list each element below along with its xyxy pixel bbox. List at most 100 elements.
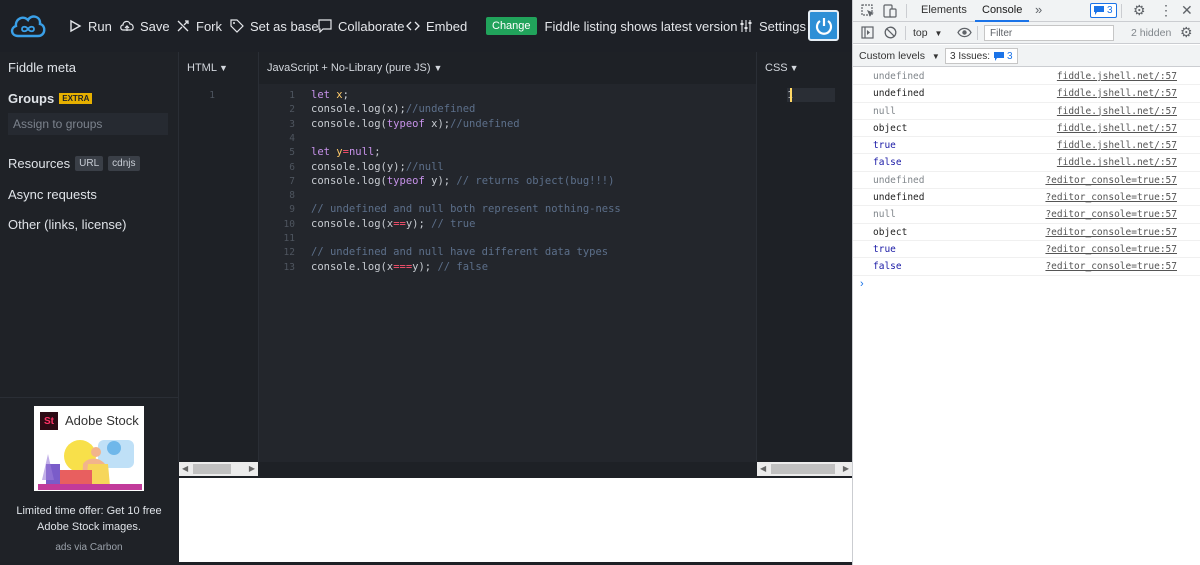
clear-console-icon[interactable] [884, 26, 897, 39]
js-editor[interactable]: 1 2 3 4 5 6 7 8 9 10 11 12 13 let x; console.log(x);/… [259, 84, 756, 462]
sidebar-item-label: Other (links, license) [8, 217, 127, 232]
fork-icon [177, 20, 189, 32]
sidebar-item-label: Groups [8, 91, 55, 106]
line-number: 12 [283, 247, 295, 259]
console-source-link[interactable]: fiddle.jshell.net/:57 [1057, 88, 1177, 99]
more-tabs-button[interactable]: » [1035, 2, 1042, 17]
console-source-link[interactable]: fiddle.jshell.net/:57 [1057, 71, 1177, 82]
collaborate-button[interactable]: Collaborate [318, 16, 405, 36]
console-source-link[interactable]: fiddle.jshell.net/:57 [1057, 140, 1177, 151]
line-number: 4 [289, 132, 295, 144]
fork-button[interactable]: Fork [176, 16, 222, 36]
console-value: undefined [873, 71, 925, 82]
css-panel-header[interactable]: CSS ▼ [757, 52, 852, 84]
change-badge[interactable]: Change [486, 17, 537, 35]
console-row: object fiddle.jshell.net/:57 [853, 120, 1200, 138]
line-number: 1 [289, 90, 295, 101]
code-line: // undefined and null have different dat… [311, 246, 608, 258]
issues-label: 3 Issues: [950, 50, 991, 62]
context-select[interactable]: top ▼ [913, 27, 942, 39]
code-token: === [393, 260, 413, 273]
result-panel[interactable] [179, 478, 852, 562]
console-messages: undefined fiddle.jshell.net/:57 undefined f… [853, 68, 1200, 290]
sidebar-item-other[interactable]: Other (links, license) [8, 217, 126, 232]
code-token: let [311, 146, 330, 159]
console-source-link[interactable]: ?editor_console=true:57 [1045, 261, 1177, 272]
html-editor[interactable]: 1 [179, 84, 258, 462]
console-source-link[interactable]: ?editor_console=true:57 [1045, 192, 1177, 203]
settings-button[interactable]: Settings [739, 16, 806, 36]
code-token: typeof [386, 117, 425, 130]
code-line: console.log(typeof x);//undefined [311, 118, 520, 130]
more-options-icon[interactable]: ⋮ [1159, 2, 1173, 19]
ad-text-line2[interactable]: Adobe Stock images. [8, 519, 170, 535]
run-button[interactable]: Run [68, 16, 112, 36]
html-panel-label: HTML [187, 62, 217, 74]
tab-elements[interactable]: Elements [921, 4, 967, 16]
login-power-button[interactable] [808, 10, 839, 41]
console-row: false ?editor_console=true:57 [853, 258, 1200, 276]
custom-levels-dropdown[interactable]: Custom levels ▼ [859, 50, 940, 62]
scroll-right-icon[interactable]: ▶ [843, 464, 849, 473]
scroll-left-icon[interactable]: ◀ [760, 464, 766, 473]
tab-console[interactable]: Console [982, 4, 1022, 16]
issues-button[interactable]: 3 Issues: 3 [945, 48, 1018, 64]
ad-image[interactable]: St Adobe Stock [34, 406, 144, 491]
code-token: // undefined and null both represent not… [311, 203, 621, 216]
embed-button[interactable]: Embed [406, 16, 467, 36]
ad-text-line1[interactable]: Limited time offer: Get 10 free [8, 503, 170, 519]
console-source-link[interactable]: fiddle.jshell.net/:57 [1057, 123, 1177, 134]
filter-input[interactable]: Filter [984, 25, 1114, 41]
text-cursor [790, 88, 792, 102]
html-horizontal-scrollbar[interactable]: ◀ ▶ [179, 462, 258, 476]
code-token: //undefined [450, 117, 520, 130]
scrollbar-thumb[interactable] [193, 464, 231, 474]
console-settings-gear-icon[interactable]: ⚙ [1180, 24, 1193, 41]
js-panel-header[interactable]: JavaScript + No-Library (pure JS) ▼ [259, 52, 756, 84]
device-toolbar-icon[interactable] [883, 4, 897, 18]
sidebar-item-fiddle-meta[interactable]: Fiddle meta [8, 60, 76, 75]
assign-groups-input[interactable]: Assign to groups [8, 113, 168, 135]
console-source-link[interactable]: ?editor_console=true:57 [1045, 244, 1177, 255]
code-token: console.log(x [311, 260, 394, 273]
html-panel-header[interactable]: HTML ▼ [179, 52, 258, 84]
code-token: null [348, 146, 375, 159]
save-button[interactable]: Save [120, 16, 170, 36]
console-toolbar-levels: Custom levels ▼ 3 Issues: 3 [853, 45, 1200, 67]
code-line: console.log(x==y); // true [311, 218, 475, 230]
code-token: // true [431, 217, 476, 230]
console-source-link[interactable]: ?editor_console=true:57 [1045, 209, 1177, 220]
scroll-right-icon[interactable]: ▶ [249, 464, 255, 473]
divider [905, 26, 906, 40]
sidebar-item-resources[interactable]: Resources URL cdnjs [8, 156, 140, 171]
url-tag[interactable]: URL [75, 156, 104, 171]
inspect-element-icon[interactable] [861, 4, 875, 18]
console-prompt[interactable]: › [860, 278, 864, 290]
run-label: Run [88, 18, 112, 34]
messages-badge[interactable]: 3 [1090, 3, 1117, 18]
sidebar-toggle-icon[interactable] [861, 26, 874, 39]
console-source-link[interactable]: ?editor_console=true:57 [1045, 175, 1177, 186]
console-source-link[interactable]: ?editor_console=true:57 [1045, 227, 1177, 238]
console-row: undefined ?editor_console=true:57 [853, 172, 1200, 190]
settings-gear-icon[interactable]: ⚙ [1133, 2, 1146, 19]
scroll-left-icon[interactable]: ◀ [182, 464, 188, 473]
console-source-link[interactable]: fiddle.jshell.net/:57 [1057, 157, 1177, 168]
css-horizontal-scrollbar[interactable]: ◀ ▶ [757, 462, 852, 476]
sidebar-item-async-requests[interactable]: Async requests [8, 187, 97, 202]
console-source-link[interactable]: fiddle.jshell.net/:57 [1057, 106, 1177, 117]
live-expression-eye-icon[interactable] [957, 27, 972, 38]
divider [906, 4, 907, 18]
ads-via-carbon[interactable]: ads via Carbon [0, 542, 178, 553]
sidebar-item-groups[interactable]: Groups EXTRA [8, 91, 93, 106]
css-editor[interactable]: 1 [757, 84, 852, 462]
console-value: undefined [873, 174, 925, 186]
scrollbar-thumb[interactable] [771, 464, 835, 474]
hidden-count: 2 hidden [1131, 27, 1172, 39]
cdnjs-tag[interactable]: cdnjs [108, 156, 140, 171]
console-value: object [873, 226, 908, 238]
jsfiddle-logo-icon[interactable] [8, 10, 48, 42]
close-icon[interactable]: ✕ [1181, 2, 1193, 19]
code-token: typeof [386, 174, 425, 187]
set-as-base-button[interactable]: Set as base [230, 16, 319, 36]
